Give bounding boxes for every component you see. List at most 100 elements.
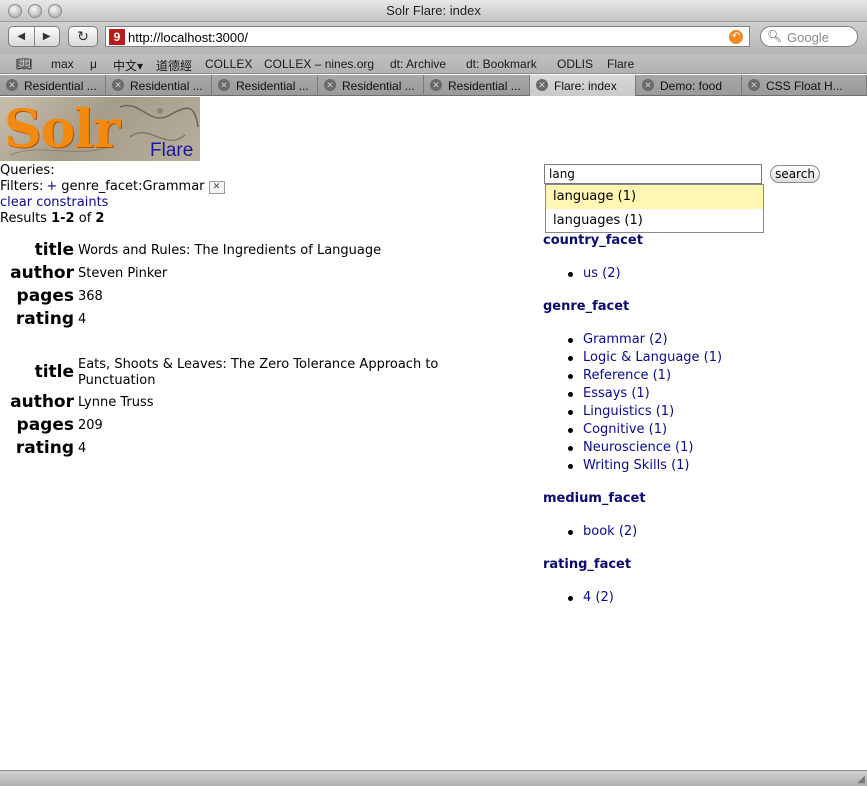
tab-residential-1[interactable]: ✕ Residential ... — [0, 75, 106, 96]
solr-flare-logo[interactable]: Solr Flare — [0, 97, 200, 161]
bookmarks-book-icon[interactable]: 📖︎ — [16, 56, 33, 72]
field-value: 209 — [78, 418, 103, 433]
results-total: 2 — [95, 211, 105, 226]
search-icon[interactable]: 🔍︎ — [767, 29, 782, 43]
tab-close-icon[interactable]: ✕ — [536, 79, 548, 91]
query-input[interactable] — [544, 164, 762, 184]
forward-button[interactable]: ▶ — [33, 27, 60, 46]
facet-item[interactable]: Neuroscience (1) — [583, 440, 693, 455]
bookmark-item[interactable]: 道德經 — [156, 57, 192, 74]
filters-label: Filters: — [0, 179, 44, 194]
field-value: Words and Rules: The Ingredients of Lang… — [78, 243, 382, 258]
tab-close-icon[interactable]: ✕ — [430, 79, 442, 91]
facet-item[interactable]: book (2) — [583, 524, 637, 539]
logo-solr-text: Solr — [4, 99, 120, 160]
tab-close-icon[interactable]: ✕ — [324, 79, 336, 91]
field-name: rating — [15, 309, 74, 329]
url-text[interactable]: http://localhost:3000/ — [128, 30, 248, 45]
tab-residential-3[interactable]: ✕ Residential ... — [212, 75, 318, 96]
filter-value: genre_facet:Grammar — [61, 179, 205, 194]
bullet-icon — [568, 392, 573, 397]
tab-flare-index[interactable]: ✕ Flare: index — [530, 75, 636, 96]
address-bar[interactable]: 9 http://localhost:3000/ ↶ — [105, 26, 750, 47]
field-name: rating — [15, 438, 74, 458]
tab-css-float[interactable]: ✕ CSS Float H... — [742, 75, 867, 96]
back-button[interactable]: ◀ — [9, 27, 34, 46]
tab-close-icon[interactable]: ✕ — [642, 79, 654, 91]
field-value: 4 — [78, 441, 87, 456]
tab-demo-food[interactable]: ✕ Demo: food — [636, 75, 742, 96]
bullet-icon — [568, 356, 573, 361]
bookmark-item[interactable]: Flare — [607, 57, 634, 71]
site-favicon-icon: 9 — [109, 29, 125, 45]
bookmark-item[interactable]: COLLEX — [205, 57, 252, 71]
tab-close-icon[interactable]: ✕ — [218, 79, 230, 91]
bookmark-item[interactable]: max — [51, 57, 74, 71]
field-value: Lynne Truss — [78, 395, 154, 410]
bullet-icon — [568, 374, 573, 379]
bookmark-item[interactable]: dt: Archive — [390, 57, 446, 71]
tab-label: Residential ... — [130, 79, 203, 93]
bullet-icon — [568, 410, 573, 415]
field-value: Steven Pinker — [78, 266, 168, 281]
filters-line: Filters: + genre_facet:Grammar ✕ — [0, 179, 225, 194]
logo-flare-text: Flare — [150, 140, 194, 161]
facet-item[interactable]: Grammar (2) — [583, 332, 668, 347]
facet-item[interactable]: Writing Skills (1) — [583, 458, 690, 473]
results-prefix: Results — [0, 211, 47, 226]
field-name: pages — [16, 286, 74, 306]
facet-heading: medium_facet — [543, 491, 646, 506]
facet-item[interactable]: Essays (1) — [583, 386, 650, 401]
tab-residential-4[interactable]: ✕ Residential ... — [318, 75, 424, 96]
field-name: title — [34, 240, 74, 260]
tab-label: Residential ... — [236, 79, 309, 93]
tab-residential-2[interactable]: ✕ Residential ... — [106, 75, 212, 96]
google-search-field[interactable]: 🔍︎ Google — [760, 26, 858, 47]
filter-operator[interactable]: + — [46, 179, 57, 194]
window-titlebar: Solr Flare: index — [0, 0, 867, 22]
tab-close-icon[interactable]: ✕ — [112, 79, 124, 91]
tab-label: Residential ... — [24, 79, 97, 93]
reload-button[interactable]: ↻ — [68, 26, 98, 47]
facet-heading: rating_facet — [543, 557, 632, 572]
back-forward-group: ◀ ▶ — [8, 26, 60, 47]
tab-residential-5[interactable]: ✕ Residential ... — [424, 75, 530, 96]
bookmark-item[interactable]: 中文▾ — [113, 57, 143, 74]
facet-item[interactable]: us (2) — [583, 266, 621, 281]
resize-grip-icon[interactable]: ◢ — [857, 774, 865, 785]
bullet-icon — [568, 272, 573, 277]
tab-label: Demo: food — [660, 79, 723, 93]
facet-item[interactable]: Cognitive (1) — [583, 422, 667, 437]
facet-item[interactable]: 4 (2) — [583, 590, 614, 605]
tab-close-icon[interactable]: ✕ — [748, 79, 760, 91]
facet-item[interactable]: Reference (1) — [583, 368, 671, 383]
results-range: 1-2 — [51, 211, 75, 226]
autocomplete-dropdown: language (1) languages (1) — [545, 184, 764, 233]
status-bar: ◢ — [0, 770, 867, 786]
facet-item[interactable]: Linguistics (1) — [583, 404, 674, 419]
bookmark-item[interactable]: COLLEX – nines.org — [264, 57, 374, 71]
tab-bar: ✕ Residential ... ✕ Residential ... ✕ Re… — [0, 75, 867, 96]
bookmark-item[interactable]: μ — [90, 57, 97, 71]
search-button[interactable]: search — [770, 165, 820, 183]
facet-heading: country_facet — [543, 233, 643, 248]
bullet-icon — [568, 446, 573, 451]
autocomplete-suggestion[interactable]: languages (1) — [546, 209, 763, 233]
facet-heading: genre_facet — [543, 299, 630, 314]
field-name: author — [10, 392, 74, 412]
snapback-icon[interactable]: ↶ — [729, 30, 743, 44]
field-value: 368 — [78, 289, 103, 304]
field-name: author — [10, 263, 74, 283]
facet-item[interactable]: Logic & Language (1) — [583, 350, 722, 365]
window-title: Solr Flare: index — [386, 3, 481, 18]
bookmark-item[interactable]: dt: Bookmark — [466, 57, 537, 71]
tab-label: Residential ... — [342, 79, 415, 93]
bullet-icon — [568, 596, 573, 601]
bullet-icon — [568, 428, 573, 433]
bookmark-item[interactable]: ODLIS — [557, 57, 593, 71]
tab-label: Residential ... — [448, 79, 521, 93]
remove-filter-button[interactable]: ✕ — [208, 181, 225, 194]
tab-close-icon[interactable]: ✕ — [6, 79, 18, 91]
autocomplete-suggestion[interactable]: language (1) — [546, 185, 763, 209]
clear-constraints-link[interactable]: clear constraints — [0, 195, 108, 210]
